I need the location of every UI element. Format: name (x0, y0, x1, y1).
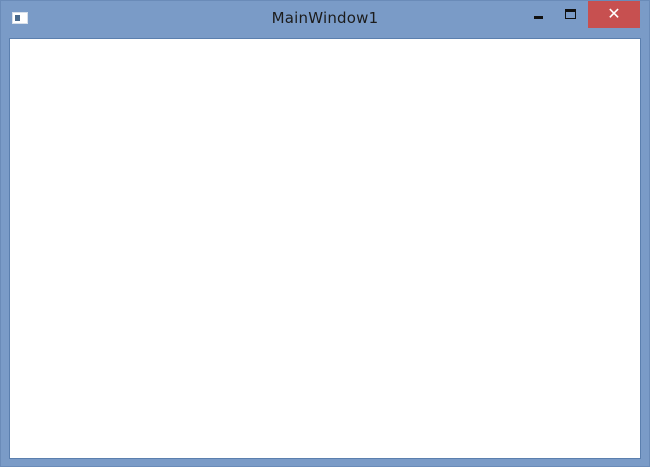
maximize-button[interactable] (557, 1, 585, 27)
minimize-icon (534, 16, 543, 19)
minimize-button[interactable] (525, 1, 553, 27)
close-icon: ✕ (607, 4, 621, 23)
maximize-icon (565, 9, 576, 19)
close-button[interactable]: ✕ (588, 1, 640, 28)
window-client-area (9, 38, 641, 459)
title-bar[interactable]: MainWindow1 ✕ (1, 1, 649, 38)
main-window: MainWindow1 ✕ (0, 0, 650, 467)
